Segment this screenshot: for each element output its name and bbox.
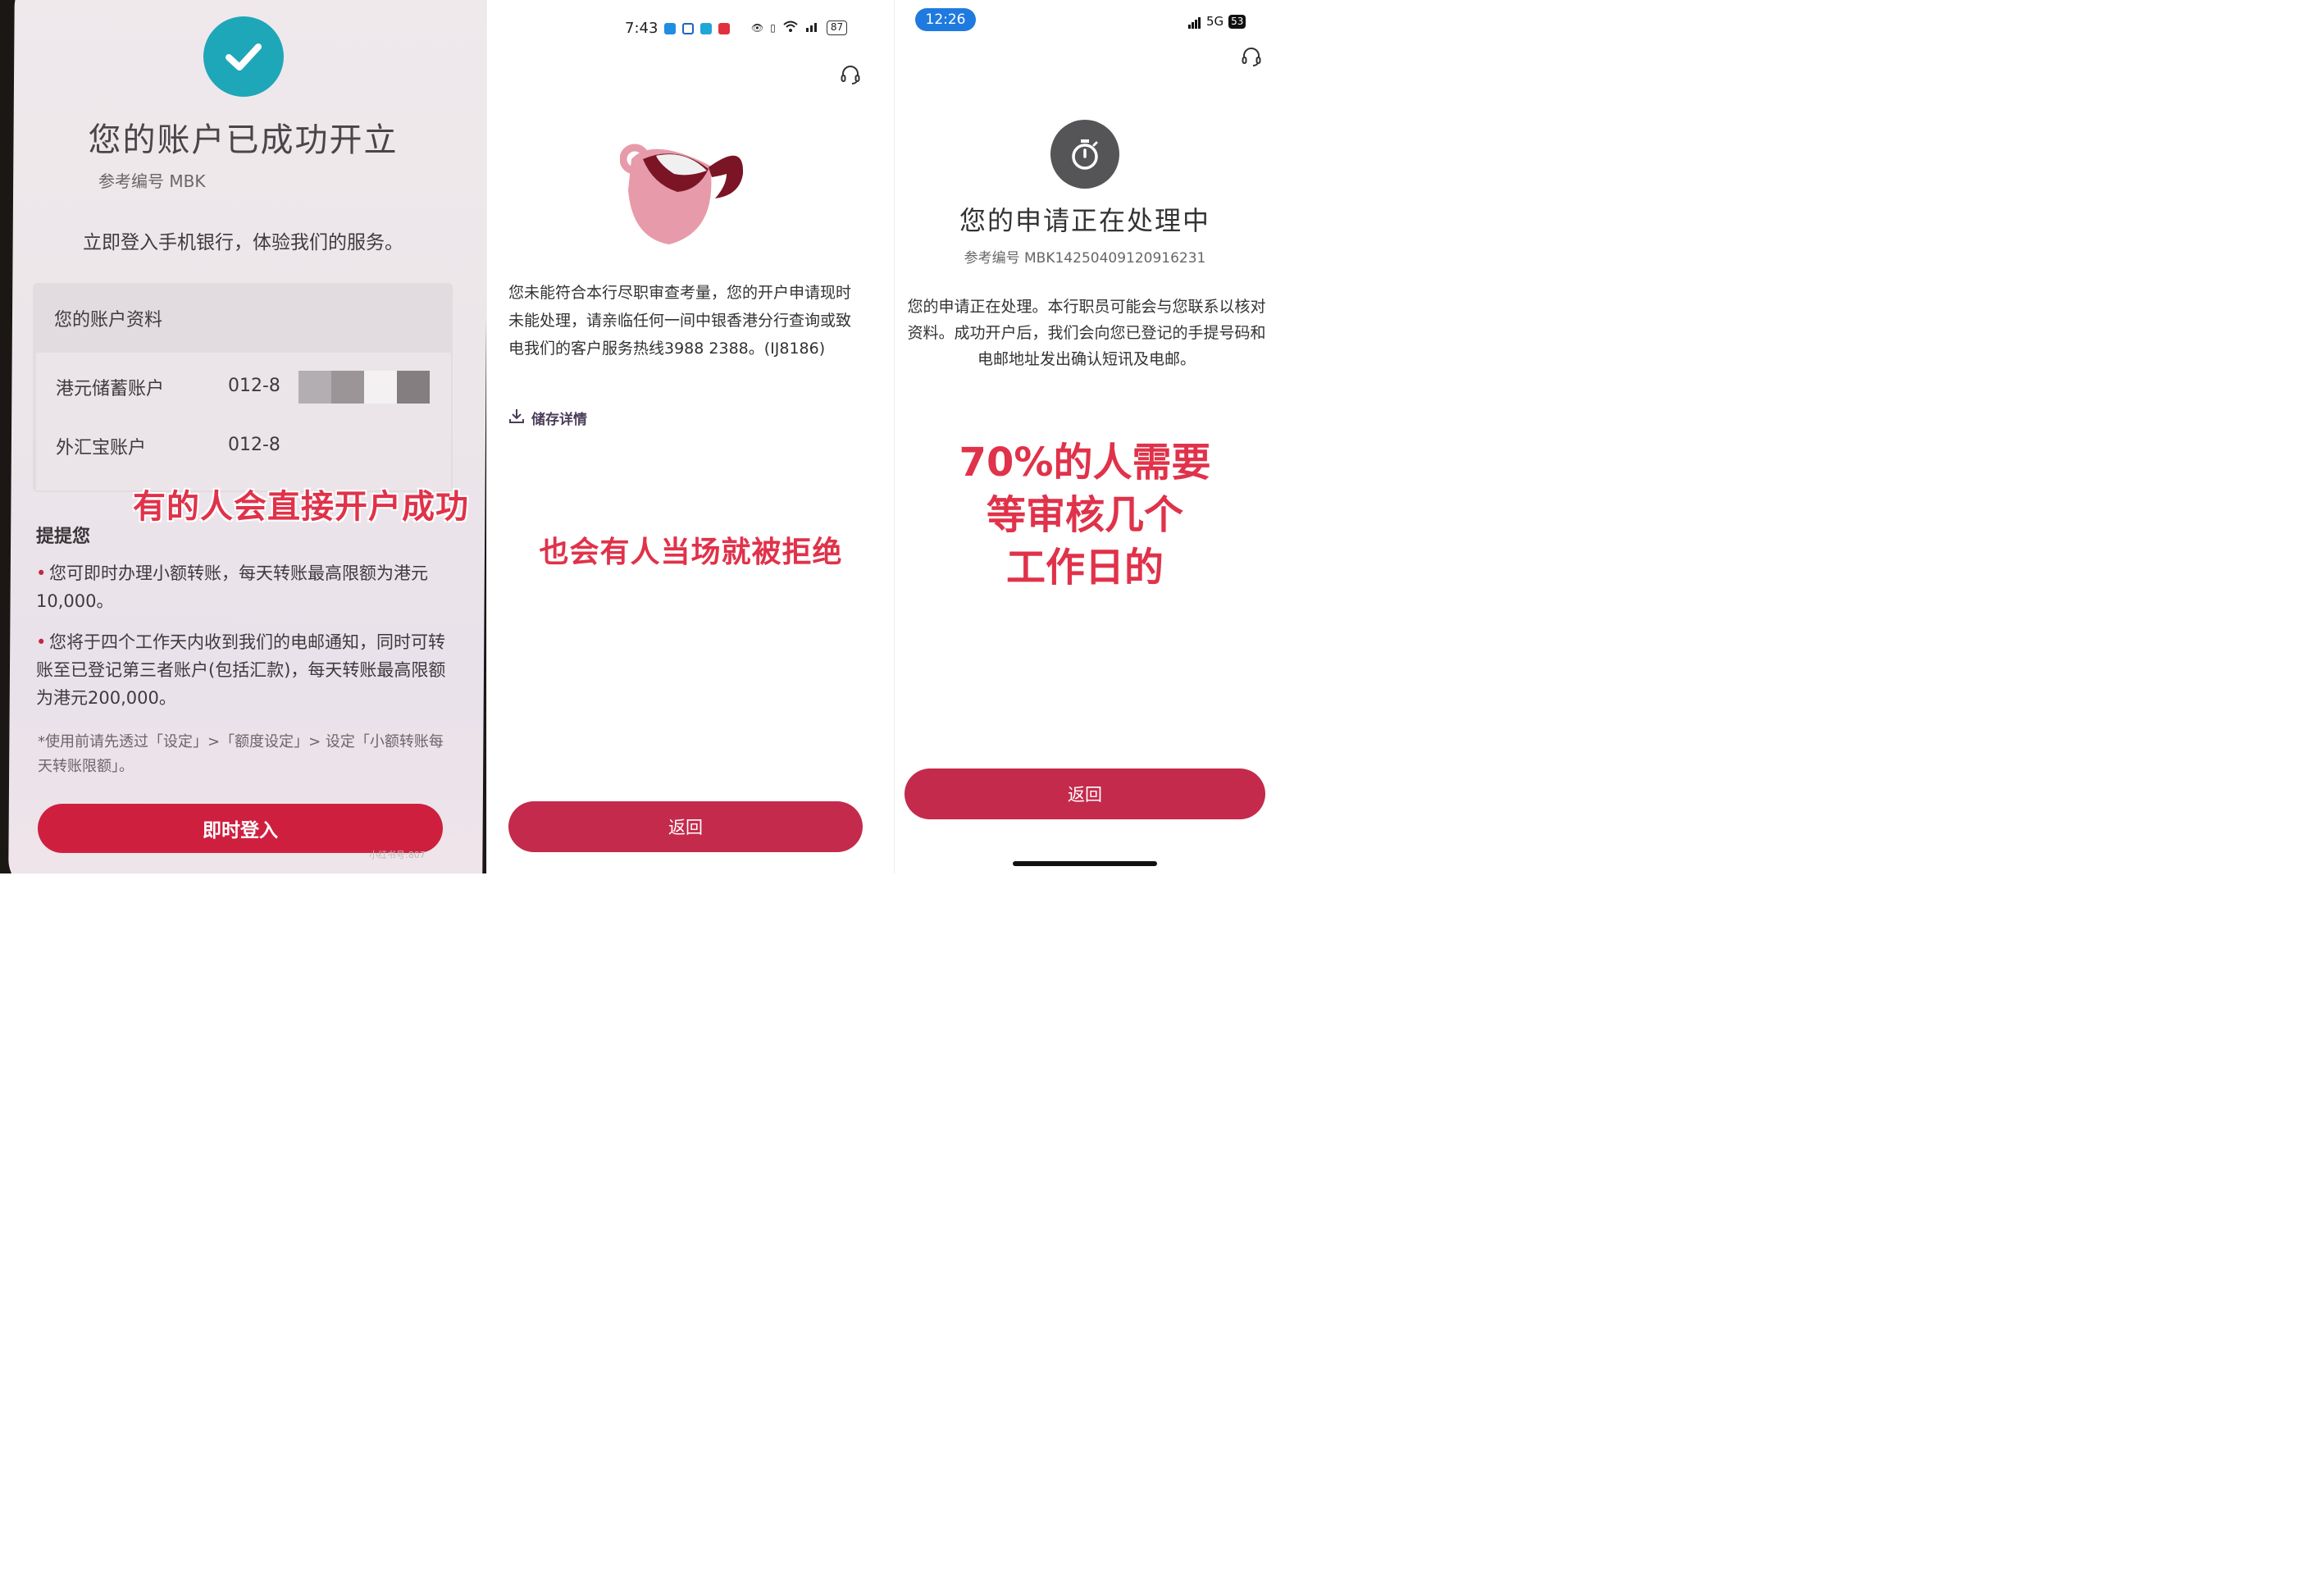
vibrate-icon: ▯: [770, 21, 776, 34]
app-notification-icon: [664, 22, 677, 34]
redaction-mosaic: [364, 371, 397, 404]
download-icon: [508, 408, 525, 428]
processing-message: 您的申请正在处理。本行职员可能会与您联系以核对资料。成功开户后，我们会向您已登记…: [907, 298, 1266, 368]
redaction-mosaic: [331, 371, 364, 404]
rejection-message: 您未能符合本行尽职审查考量，您的开户申请现时未能处理，请亲临任何一间中银香港分行…: [508, 284, 852, 358]
back-button[interactable]: 返回: [905, 768, 1265, 819]
account-section-title: 您的账户资料: [54, 310, 163, 331]
status-time: 7:43: [625, 20, 658, 37]
overlay-caption-line: 工作日的: [1005, 545, 1164, 591]
reminder-title: 提提您: [36, 527, 91, 547]
reference-number: 参考编号 MBK14250409120916231: [964, 250, 1206, 267]
app-notification-icon: [682, 22, 695, 34]
status-bar-left: 7:43: [625, 20, 731, 37]
save-details-link[interactable]: 储存详情: [508, 408, 587, 428]
redaction-mosaic: [298, 371, 331, 404]
reminder-item: • 您可即时办理小额转账，每天转账最高限额为港元10,000。: [36, 559, 446, 615]
wifi-icon: [782, 20, 799, 35]
page-subtitle: 立即登入手机银行，体验我们的服务。: [83, 232, 403, 253]
reference-number: 参考编号 MBK: [98, 171, 206, 191]
app-notification-icon: [700, 22, 713, 34]
account-label-fx: 外汇宝账户: [56, 438, 147, 458]
overlay-caption-line: 70%的人需要: [959, 440, 1211, 486]
status-bar-right: 5G 53: [1188, 14, 1246, 29]
account-label-hkd-savings: 港元储蓄账户: [56, 379, 165, 399]
overlay-caption: 也会有人当场就被拒绝: [539, 536, 843, 569]
signal-icon: [805, 20, 820, 35]
stopwatch-icon: [1050, 120, 1119, 189]
eye-icon: 👁: [751, 21, 764, 34]
overlay-caption: 70%的人需要 等审核几个 工作日的: [895, 436, 1274, 594]
footnote: *使用前请先透过「设定」>「额度设定」> 设定「小额转账每天转账限额」。: [38, 733, 444, 775]
signal-icon: [1188, 14, 1201, 29]
customer-service-headset-icon[interactable]: [840, 64, 861, 89]
overlay-caption: 有的人会直接开户成功: [133, 488, 469, 526]
bullet-icon: •: [36, 563, 47, 583]
panel-application-processing: 12:26 5G 53 您的申请正在处理中 参考编号 MBK1425040912…: [894, 0, 1274, 873]
watermark: 小红书号:807: [369, 850, 426, 860]
status-bar-right: 👁 ▯ 87: [751, 20, 848, 35]
page-title: 您的申请正在处理中: [959, 205, 1210, 236]
success-check-icon: [203, 16, 284, 97]
panel-application-rejected: 7:43 👁 ▯ 87 您未能符合本行尽职审查考量，您的开户申请现时未能处理，请…: [486, 0, 894, 873]
bullet-icon: •: [36, 632, 47, 652]
save-details-label: 储存详情: [531, 412, 587, 428]
back-button[interactable]: 返回: [508, 801, 863, 852]
panel-account-opened: 您的账户已成功开立 参考编号 MBK 立即登入手机银行，体验我们的服务。 您的账…: [0, 0, 486, 873]
battery-indicator: 53: [1228, 14, 1246, 29]
account-number-fx: 012-8: [228, 435, 280, 455]
spilled-cup-icon: [619, 141, 751, 251]
home-indicator[interactable]: [1013, 861, 1157, 866]
account-number-hkd-savings: 012-8: [228, 376, 280, 396]
network-type: 5G: [1206, 14, 1224, 29]
battery-indicator: 87: [826, 20, 848, 35]
page-title: 您的账户已成功开立: [88, 121, 399, 159]
redaction-mosaic: [397, 371, 430, 404]
status-time: 12:26: [915, 8, 976, 31]
app-notification-icon: [718, 22, 731, 34]
login-now-button[interactable]: 即时登入: [38, 804, 443, 853]
overlay-caption-line: 等审核几个: [986, 492, 1183, 538]
customer-service-headset-icon[interactable]: [1241, 46, 1262, 71]
reminder-item: • 您将于四个工作天内收到我们的电邮通知，同时可转账至已登记第三者账户(包括汇款)…: [36, 628, 446, 712]
